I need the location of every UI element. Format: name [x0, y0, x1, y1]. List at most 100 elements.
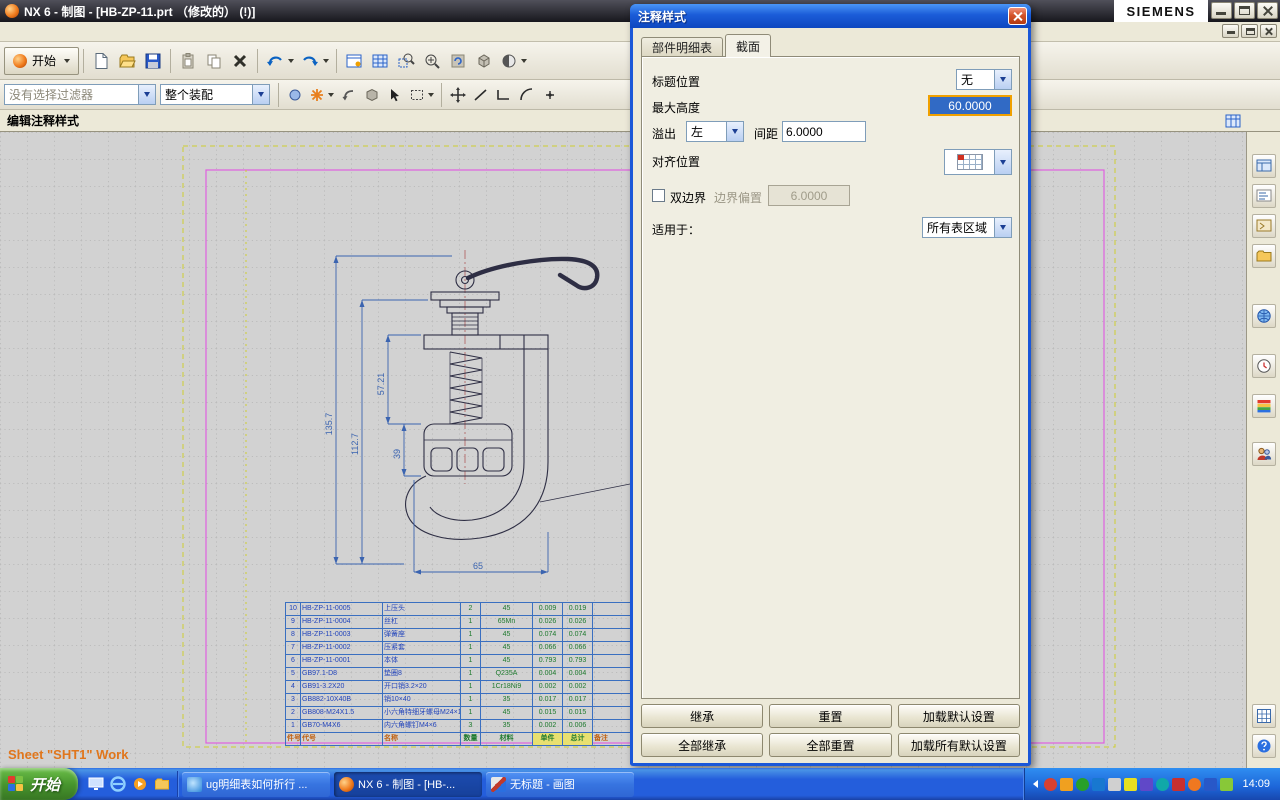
tray-icon[interactable]	[1124, 778, 1137, 791]
menu-item[interactable]	[18, 30, 32, 34]
render-style-button[interactable]	[497, 46, 530, 76]
ie-quicklaunch-button[interactable]	[108, 775, 127, 794]
overflow-combo[interactable]: 左	[686, 121, 744, 142]
zoom-in-out-button[interactable]	[419, 46, 445, 76]
folder-quicklaunch-button[interactable]	[152, 775, 171, 794]
paste-button[interactable]	[175, 46, 201, 76]
menu-item[interactable]	[88, 30, 102, 34]
menu-item[interactable]	[46, 30, 60, 34]
grid-snap-button[interactable]	[1252, 704, 1276, 728]
mdi-restore-button[interactable]	[1241, 24, 1258, 38]
tray-icon[interactable]	[1140, 778, 1153, 791]
redo-button[interactable]	[297, 46, 332, 76]
tray-icon[interactable]	[1108, 778, 1121, 791]
media-player-button[interactable]	[130, 775, 149, 794]
modeling-view-button[interactable]	[471, 46, 497, 76]
graphics-window[interactable]: 135.7 112.7 57.21 39 65 10 HB-ZP-11-0005…	[0, 132, 1246, 768]
spacing-input[interactable]	[782, 121, 866, 142]
new-sheet-button[interactable]	[341, 46, 367, 76]
zoom-window-button[interactable]	[393, 46, 419, 76]
load-defaults-button[interactable]: 加载默认设置	[898, 704, 1020, 728]
tab-parts-list[interactable]: 部件明细表	[641, 37, 723, 57]
selection-ball-button[interactable]	[283, 83, 306, 107]
menu-item[interactable]	[4, 30, 18, 34]
close-button[interactable]	[1257, 2, 1278, 19]
copy-button[interactable]	[201, 46, 227, 76]
combo-arrow-icon[interactable]	[138, 85, 155, 104]
line-button[interactable]	[469, 83, 492, 107]
menu-item[interactable]	[32, 30, 46, 34]
apply-to-combo[interactable]: 所有表区域	[922, 217, 1012, 238]
menu-item[interactable]	[130, 30, 144, 34]
taskbar-item-browser[interactable]: ug明细表如何折行 ...	[182, 772, 330, 797]
combo-arrow-icon[interactable]	[726, 122, 743, 141]
point-button[interactable]	[538, 83, 561, 107]
system-materials-button[interactable]	[1252, 394, 1276, 418]
web-browser-button[interactable]	[1252, 304, 1276, 328]
menu-item[interactable]	[116, 30, 130, 34]
combo-arrow-icon[interactable]	[994, 70, 1011, 89]
menu-item[interactable]	[102, 30, 116, 34]
menu-item[interactable]	[74, 30, 88, 34]
selection-filter-combo[interactable]: 没有选择过滤器	[4, 84, 156, 105]
tray-icon[interactable]	[1044, 778, 1057, 791]
cursor-button[interactable]	[383, 83, 406, 107]
part-navigator-button[interactable]	[1252, 184, 1276, 208]
taskbar-item-paint[interactable]: 无标题 - 画图	[486, 772, 634, 797]
update-display-button[interactable]	[445, 46, 471, 76]
combo-arrow-icon[interactable]	[994, 218, 1011, 237]
title-position-combo[interactable]: 无	[956, 69, 1012, 90]
snap-point-button[interactable]	[306, 83, 337, 107]
tray-chevron-icon[interactable]	[1033, 780, 1038, 788]
show-desktop-button[interactable]	[86, 775, 105, 794]
tray-icon[interactable]	[1204, 778, 1217, 791]
minimize-button[interactable]	[1211, 2, 1232, 19]
small-cube-button[interactable]	[360, 83, 383, 107]
mdi-minimize-button[interactable]	[1222, 24, 1239, 38]
load-all-defaults-button[interactable]: 加载所有默认设置	[898, 733, 1020, 757]
start-menu-button[interactable]: 开始	[4, 47, 79, 75]
combo-arrow-icon[interactable]	[994, 150, 1011, 174]
dialog-close-button[interactable]	[1008, 7, 1027, 25]
assembly-navigator-button[interactable]	[1252, 154, 1276, 178]
roles-button[interactable]	[1252, 442, 1276, 466]
reuse-library-button[interactable]	[1252, 244, 1276, 268]
lasso-select-button[interactable]	[406, 83, 437, 107]
polyline-button[interactable]	[492, 83, 515, 107]
menu-item[interactable]	[144, 30, 158, 34]
tray-icon[interactable]	[1060, 778, 1073, 791]
start-button[interactable]: 开始	[0, 768, 78, 800]
undo-button[interactable]	[262, 46, 297, 76]
open-file-button[interactable]	[114, 46, 140, 76]
maximize-button[interactable]	[1234, 2, 1255, 19]
tray-icon[interactable]	[1076, 778, 1089, 791]
taskbar-item-nx[interactable]: NX 6 - 制图 - [HB-...	[334, 772, 482, 797]
tray-icon[interactable]	[1188, 778, 1201, 791]
tray-icon[interactable]	[1156, 778, 1169, 791]
menu-item[interactable]	[60, 30, 74, 34]
inherit-all-button[interactable]: 全部继承	[641, 733, 763, 757]
dialog-rail-button[interactable]	[1220, 112, 1246, 130]
reset-all-button[interactable]: 全部重置	[769, 733, 891, 757]
assembly-scope-combo[interactable]: 整个装配	[160, 84, 270, 105]
move-button[interactable]	[446, 83, 469, 107]
max-height-input[interactable]	[928, 95, 1012, 116]
constraint-navigator-button[interactable]	[1252, 214, 1276, 238]
tray-icon[interactable]	[1172, 778, 1185, 791]
help-button[interactable]	[1252, 734, 1276, 758]
reset-button[interactable]: 重置	[769, 704, 891, 728]
view-table-button[interactable]	[367, 46, 393, 76]
inherit-button[interactable]: 继承	[641, 704, 763, 728]
double-border-checkbox[interactable]	[652, 189, 665, 202]
taskbar-clock[interactable]: 14:09	[1242, 778, 1270, 790]
align-position-combo[interactable]	[944, 149, 1012, 175]
save-button[interactable]	[140, 46, 166, 76]
history-button[interactable]	[1252, 354, 1276, 378]
delete-button[interactable]	[227, 46, 253, 76]
tray-icon[interactable]	[1092, 778, 1105, 791]
tray-icon[interactable]	[1220, 778, 1233, 791]
new-file-button[interactable]	[88, 46, 114, 76]
mdi-close-button[interactable]	[1260, 24, 1277, 38]
tab-section[interactable]: 截面	[725, 34, 771, 57]
combo-arrow-icon[interactable]	[252, 85, 269, 104]
